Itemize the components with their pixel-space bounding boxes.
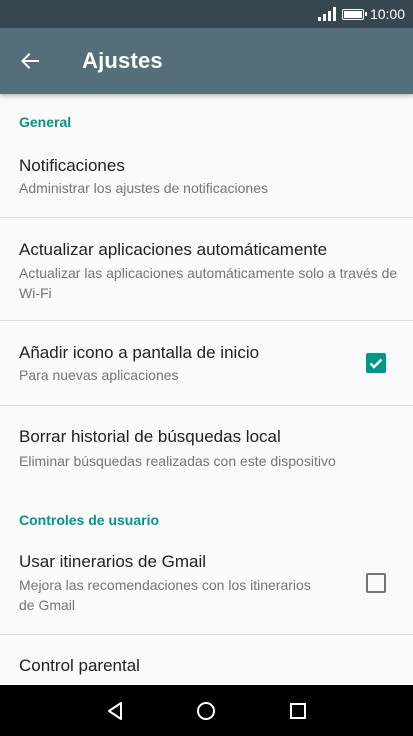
nav-recents-button[interactable] [284,697,312,725]
nav-home-button[interactable] [192,697,220,725]
setting-title: Borrar historial de búsquedas local [19,427,281,446]
nav-back-button[interactable] [101,697,129,725]
check-icon [369,358,383,369]
circle-home-icon [197,702,215,720]
setting-summary: Administrar los ajustes de notificacione… [19,180,269,196]
back-button[interactable] [14,45,46,77]
settings-list[interactable]: General Notificaciones Administrar los a… [0,94,413,685]
setting-summary: Mejora las recomendaciones con los itine… [19,577,311,613]
setting-title: Notificaciones [19,156,125,175]
setting-summary: Eliminar búsquedas realizadas con este d… [19,453,336,469]
setting-summary: Actualizar las aplicaciones automáticame… [19,265,398,301]
setting-title: Control parental [19,656,140,675]
setting-notificaciones[interactable]: Notificaciones Administrar los ajustes d… [0,144,413,217]
setting-actualizar[interactable]: Actualizar aplicaciones automáticamente … [0,218,413,320]
setting-summary: Para nuevas aplicaciones [19,367,179,383]
status-bar: 10:00 [0,0,413,28]
setting-borrar-historial[interactable]: Borrar historial de búsquedas local Elim… [0,406,413,484]
status-right: 10:00 [317,0,405,28]
status-time: 10:00 [369,6,405,22]
page-title: Ajustes [82,48,163,73]
triangle-back-icon [108,702,122,720]
setting-control-parental[interactable]: Control parental [0,635,413,685]
category-general: General [19,114,72,130]
setting-title: Actualizar aplicaciones automáticamente [19,240,328,259]
battery-icon [341,8,367,20]
square-recents-icon [290,703,306,719]
checkbox-anadir-icono[interactable] [366,353,386,373]
setting-title: Usar itinerarios de Gmail [19,552,207,571]
category-controles-de-usuario: Controles de usuario [19,512,160,528]
arrow-back-icon [21,53,39,69]
signal-icon [317,7,336,21]
setting-itinerarios[interactable]: Usar itinerarios de Gmail Mejora las rec… [0,540,413,634]
setting-title: Añadir icono a pantalla de inicio [19,343,260,362]
setting-anadir-icono[interactable]: Añadir icono a pantalla de inicio Para n… [0,321,413,405]
navigation-bar [0,685,413,736]
app-bar: Ajustes [0,28,413,94]
checkbox-itinerarios[interactable] [366,573,386,593]
